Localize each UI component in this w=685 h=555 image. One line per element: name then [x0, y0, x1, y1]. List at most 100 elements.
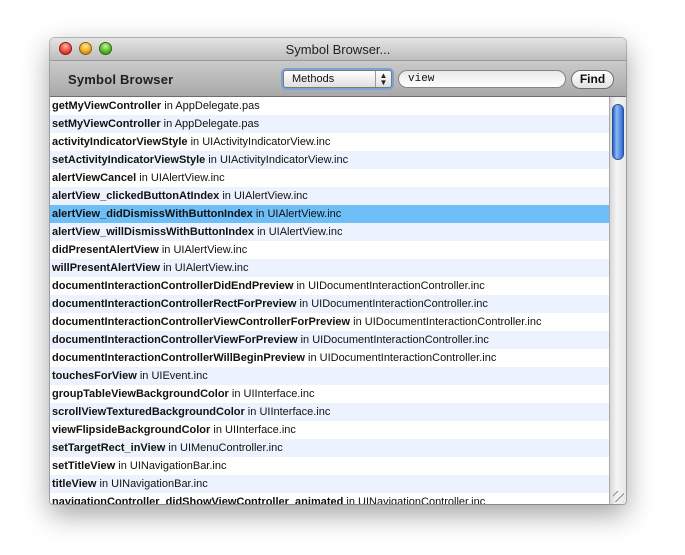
separator-text: in [228, 388, 244, 400]
list-item[interactable]: alertView_clickedButtonAtIndex in UIAler… [50, 187, 609, 205]
symbol-name: alertView_didDismissWithButtonIndex [52, 208, 253, 220]
list-item[interactable]: groupTableViewBackgroundColor in UIInter… [50, 385, 609, 403]
file-name: UIDocumentInteractionController.inc [311, 298, 488, 310]
separator-text: in [254, 226, 269, 238]
symbol-name: alertViewCancel [52, 172, 137, 184]
separator-text: in [160, 262, 175, 274]
scrollbar-thumb[interactable] [612, 104, 624, 160]
toolbar: Symbol Browser Methods ▲ ▼ view Find [50, 61, 626, 97]
separator-text: in [187, 136, 203, 148]
separator-text: in [210, 424, 225, 436]
symbol-name: setActivityIndicatorViewStyle [52, 154, 206, 166]
file-name: AppDelegate.pas [175, 100, 260, 112]
symbol-name: documentInteractionControllerRectForPrev… [52, 298, 297, 310]
separator-text: in [136, 370, 152, 382]
toolbar-title: Symbol Browser [68, 72, 174, 87]
symbol-name: setMyViewController [52, 118, 161, 130]
list-item[interactable]: scrollViewTexturedBackgroundColor in UII… [50, 403, 609, 421]
search-field[interactable]: view [398, 70, 566, 88]
window-title: Symbol Browser... [285, 42, 391, 57]
list-item[interactable]: setTitleView in UINavigationBar.inc [50, 457, 609, 475]
list-item[interactable]: documentInteractionControllerDidEndPrevi… [50, 277, 609, 295]
file-name: UIInterface.inc [243, 388, 315, 400]
symbol-name: didPresentAlertView [52, 244, 159, 256]
list-item[interactable]: setMyViewController in AppDelegate.pas [50, 115, 609, 133]
separator-text: in [158, 244, 174, 256]
file-name: UIAlertView.inc [173, 244, 248, 256]
list-item[interactable]: navigationController_didShowViewControll… [50, 493, 609, 504]
vertical-scrollbar[interactable] [610, 97, 626, 504]
symbol-name: documentInteractionControllerWillBeginPr… [52, 352, 305, 364]
title-bar[interactable]: Symbol Browser... [50, 38, 626, 61]
list-item[interactable]: documentInteractionControllerViewControl… [50, 313, 609, 331]
symbol-name: titleView [52, 478, 97, 490]
separator-text: in [304, 352, 320, 364]
file-name: UIAlertView.inc [174, 262, 249, 274]
symbol-name: setTargetRect_inView [52, 442, 166, 454]
resize-grip-icon[interactable] [613, 491, 624, 502]
separator-text: in [297, 334, 313, 346]
list-item[interactable]: documentInteractionControllerRectForPrev… [50, 295, 609, 313]
list-item[interactable]: touchesForView in UIEvent.inc [50, 367, 609, 385]
list-item[interactable]: setActivityIndicatorViewStyle in UIActiv… [50, 151, 609, 169]
file-name: UINavigationController.inc [358, 496, 486, 504]
file-name: UIInterface.inc [225, 424, 296, 436]
separator-text: in [96, 478, 112, 490]
file-name: UIAlertView.inc [233, 190, 308, 202]
list-item[interactable]: alertView_didDismissWithButtonIndex in U… [50, 205, 609, 223]
list-item[interactable]: willPresentAlertView in UIAlertView.inc [50, 259, 609, 277]
separator-text: in [343, 496, 359, 504]
separator-text: in [136, 172, 151, 184]
symbol-name: documentInteractionControllerDidEndPrevi… [52, 280, 294, 292]
file-name: UIDocumentInteractionController.inc [319, 352, 497, 364]
separator-text: in [219, 190, 234, 202]
symbol-name: willPresentAlertView [52, 262, 161, 274]
find-button[interactable]: Find [571, 70, 614, 89]
file-name: UIAlertView.inc [150, 172, 225, 184]
file-name: AppDelegate.pas [174, 118, 260, 130]
file-name: UIAlertView.inc [268, 226, 343, 238]
list-item[interactable]: getMyViewController in AppDelegate.pas [50, 97, 609, 115]
file-name: UIActivityIndicatorView.inc [202, 136, 331, 148]
symbol-browser-window: Symbol Browser... Symbol Browser Methods… [50, 38, 626, 504]
list-item[interactable]: alertView_willDismissWithButtonIndex in … [50, 223, 609, 241]
search-value: view [408, 73, 435, 85]
symbol-name: touchesForView [52, 370, 137, 382]
symbol-kind-selected: Methods [292, 73, 335, 85]
separator-text: in [350, 316, 365, 328]
file-name: UIActivityIndicatorView.inc [219, 154, 349, 166]
separator-text: in [296, 298, 312, 310]
list-item[interactable]: documentInteractionControllerWillBeginPr… [50, 349, 609, 367]
symbol-name: setTitleView [52, 460, 116, 472]
list-item[interactable]: titleView in UINavigationBar.inc [50, 475, 609, 493]
file-name: UIEvent.inc [151, 370, 208, 382]
list-item[interactable]: viewFlipsideBackgroundColor in UIInterfa… [50, 421, 609, 439]
separator-text: in [252, 208, 268, 220]
separator-text: in [205, 154, 220, 166]
file-name: UINavigationBar.inc [129, 460, 227, 472]
symbol-name: getMyViewController [52, 100, 162, 112]
separator-text: in [115, 460, 130, 472]
file-name: UIInterface.inc [259, 406, 331, 418]
list-item[interactable]: didPresentAlertView in UIAlertView.inc [50, 241, 609, 259]
file-name: UIDocumentInteractionController.inc [312, 334, 489, 346]
symbol-kind-popup[interactable]: Methods ▲ ▼ [283, 70, 392, 88]
list-item[interactable]: setTargetRect_inView in UIMenuController… [50, 439, 609, 457]
symbol-name: groupTableViewBackgroundColor [52, 388, 229, 400]
symbol-name: scrollViewTexturedBackgroundColor [52, 406, 245, 418]
symbol-name: alertView_clickedButtonAtIndex [52, 190, 220, 202]
list-item[interactable]: documentInteractionControllerViewForPrev… [50, 331, 609, 349]
file-name: UIAlertView.inc [267, 208, 342, 220]
symbol-list[interactable]: getMyViewController in AppDelegate.pas se… [50, 97, 610, 504]
symbol-name: documentInteractionControllerViewForPrev… [52, 334, 298, 346]
file-name: UIDocumentInteractionController.inc [364, 316, 542, 328]
symbol-name: navigationController_didShowViewControll… [52, 496, 344, 504]
list-item[interactable]: activityIndicatorViewStyle in UIActivity… [50, 133, 609, 151]
separator-text: in [160, 118, 175, 130]
list-item[interactable]: alertViewCancel in UIAlertView.inc [50, 169, 609, 187]
separator-text: in [293, 280, 309, 292]
separator-text: in [244, 406, 260, 418]
symbol-name: activityIndicatorViewStyle [52, 136, 188, 148]
file-name: UIMenuController.inc [180, 442, 283, 454]
file-name: UINavigationBar.inc [111, 478, 208, 490]
